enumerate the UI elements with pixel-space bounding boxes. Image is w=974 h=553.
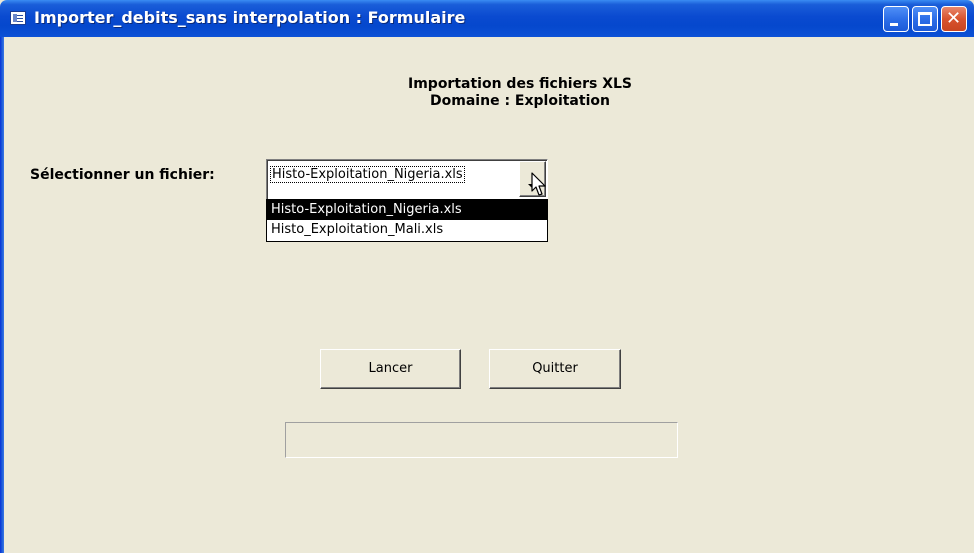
file-select-label: Sélectionner un fichier: [30,167,215,183]
window-frame-left [0,37,4,553]
file-combo-box[interactable]: Histo-Exploitation_Nigeria.xls [266,159,548,200]
form-icon [10,11,26,25]
form-window: Importer_debits_sans interpolation : For… [0,0,974,553]
close-button[interactable]: ✕ [941,6,967,32]
title-bar[interactable]: Importer_debits_sans interpolation : For… [0,0,974,37]
quit-button[interactable]: Quitter [489,349,621,389]
form-heading: Importation des fichiers XLS Domaine : E… [320,76,720,110]
mouse-cursor-icon [531,172,546,196]
heading-line-2: Domaine : Exploitation [430,93,610,109]
status-box [285,422,678,458]
dropdown-option-mali[interactable]: Histo_Exploitation_Mali.xls [267,220,547,240]
close-icon: ✕ [946,8,962,29]
minimize-icon [890,23,898,26]
combo-current-value[interactable]: Histo-Exploitation_Nigeria.xls [270,166,465,183]
maximize-button[interactable] [912,6,938,32]
dropdown-option-nigeria[interactable]: Histo-Exploitation_Nigeria.xls [267,200,547,220]
launch-button[interactable]: Lancer [320,349,461,389]
maximize-icon [918,12,932,26]
heading-line-1: Importation des fichiers XLS [408,76,632,92]
minimize-button[interactable] [883,6,909,32]
file-dropdown-list: Histo-Exploitation_Nigeria.xls Histo_Exp… [266,199,548,242]
window-title: Importer_debits_sans interpolation : For… [34,8,466,27]
